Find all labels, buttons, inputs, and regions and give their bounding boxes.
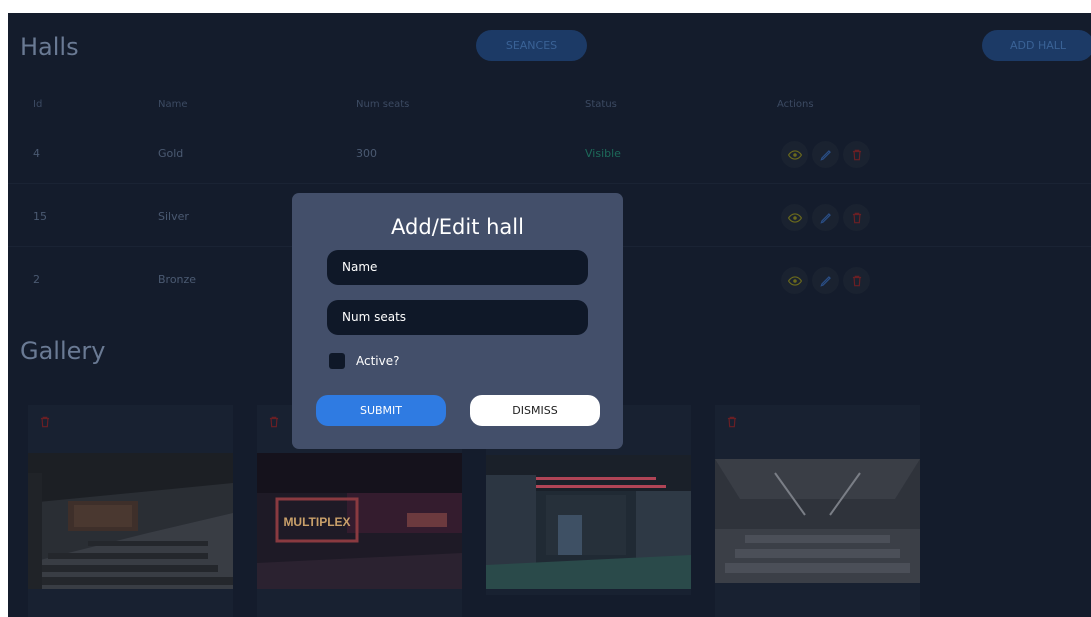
active-label: Active?	[356, 354, 400, 368]
add-edit-hall-modal: Add/Edit hall Name Num seats Active? SUB…	[292, 193, 623, 449]
submit-button[interactable]: SUBMIT	[316, 395, 446, 426]
modal-title: Add/Edit hall	[391, 215, 524, 239]
num-seats-input[interactable]: Num seats	[327, 300, 588, 335]
active-checkbox[interactable]	[329, 353, 345, 369]
name-input[interactable]: Name	[327, 250, 588, 285]
dismiss-button[interactable]: DISMISS	[470, 395, 600, 426]
active-row: Active?	[329, 353, 400, 369]
